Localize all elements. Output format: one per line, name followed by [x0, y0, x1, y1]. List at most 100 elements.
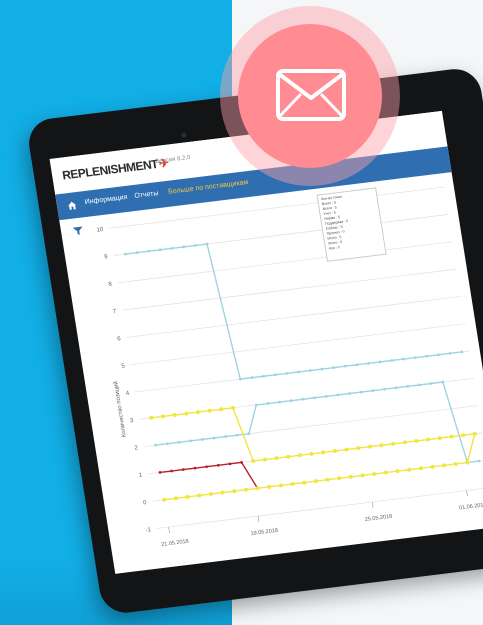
x-tick-mark [257, 516, 260, 523]
nav-item-suppliers[interactable]: Больше по поставщикам [168, 179, 249, 196]
chart-grid [109, 186, 483, 529]
nav-item-reports[interactable]: Отчеты [134, 190, 159, 200]
series-point [262, 457, 267, 462]
y-tick-label: 6 [117, 336, 122, 342]
series-point [181, 468, 185, 471]
series-point [207, 408, 212, 413]
series-point [177, 440, 181, 444]
y-tick-label: 5 [121, 363, 126, 369]
series-point [449, 434, 454, 439]
series-point [170, 246, 174, 250]
nav-item-info[interactable]: Информация [84, 194, 128, 206]
series-point [273, 373, 277, 377]
y-tick-label: -1 [145, 527, 152, 534]
series-point [285, 371, 289, 375]
series-point [173, 496, 178, 501]
series-point [149, 415, 154, 420]
series-point [367, 361, 370, 365]
series-point [430, 464, 435, 469]
series-point [243, 487, 248, 492]
line-chart: -1 0 1 2 3 4 5 6 7 8 9 10 21.05.2018 19.05.2018 25.05… [96, 186, 483, 548]
series-point [297, 453, 302, 458]
series-point [344, 447, 349, 452]
series-point [477, 459, 481, 463]
tablet-screen: REPLENISHMENT✈ Версия 8.2.0 Информация О… [49, 110, 483, 574]
series-point [442, 463, 447, 468]
series-point [343, 364, 347, 368]
series-point [267, 484, 272, 489]
series-point [219, 407, 224, 412]
logo-text: REPLENISHMENT [61, 156, 159, 183]
series-point [154, 443, 158, 447]
x-tick-mark [371, 502, 374, 509]
series-point [274, 456, 279, 461]
series-point [429, 382, 433, 385]
series-point [185, 494, 190, 499]
app-logo[interactable]: REPLENISHMENT✈ [61, 156, 169, 183]
series-point [216, 463, 220, 467]
series-point [460, 350, 464, 354]
y-axis-label: Количество позиций [112, 381, 128, 438]
series-point [308, 369, 312, 372]
series-point [414, 438, 419, 443]
series-point [426, 437, 431, 442]
series-point [394, 386, 398, 390]
series-point [402, 440, 407, 445]
series-point [135, 251, 139, 255]
chart-legend: Кол-во точек Всего : 5 Всего : 5 Учет : 5 Но… [316, 187, 387, 262]
mail-badge-inner [238, 24, 382, 168]
series-point [348, 392, 351, 395]
series-point [172, 413, 177, 417]
y-tick-label: 2 [134, 445, 139, 451]
series-point [461, 433, 466, 438]
series-point [472, 431, 477, 436]
series-point [184, 411, 189, 416]
x-tick-label: 19.05.2018 [250, 528, 278, 537]
home-icon[interactable] [66, 200, 77, 211]
series-point [413, 356, 417, 360]
series-point [418, 383, 421, 387]
series-point [302, 480, 307, 485]
series-point [250, 376, 254, 380]
series-point [238, 377, 242, 381]
grid-line [156, 487, 483, 529]
series-point [337, 476, 342, 481]
series-point [320, 367, 324, 371]
series-point [193, 466, 197, 470]
series-point [348, 474, 353, 479]
series-point [195, 410, 200, 415]
x-tick-label: 01.06.2018 [459, 502, 483, 511]
series-point [407, 467, 412, 472]
series-point [301, 397, 305, 401]
series-point [379, 443, 384, 448]
series-point [378, 360, 382, 364]
series-point [448, 351, 452, 355]
series-point [395, 469, 400, 474]
series-point [200, 438, 204, 441]
series-point [324, 394, 328, 398]
x-tick-labels: 21.05.2018 19.05.2018 25.05.2018 01.06.2018 [161, 490, 483, 548]
series-point [391, 441, 396, 446]
series-point [383, 387, 386, 391]
series-point [165, 442, 169, 446]
y-tick-label: 7 [113, 309, 118, 315]
series-point [437, 436, 442, 441]
series-point [383, 470, 388, 475]
series-point [147, 249, 151, 253]
x-tick-mark [466, 490, 468, 497]
series-point [254, 403, 258, 407]
series-point [278, 400, 281, 404]
chart-series [123, 242, 481, 502]
series-point [289, 399, 293, 403]
series-point [220, 490, 225, 495]
y-tick-label: 8 [108, 282, 113, 288]
series-point [402, 357, 405, 361]
mail-badge[interactable] [220, 6, 400, 186]
series-point [228, 462, 232, 466]
series-point [465, 460, 470, 465]
series-point [160, 414, 165, 419]
series-point [356, 446, 361, 451]
series-point [235, 433, 239, 437]
camera-icon [181, 132, 187, 138]
series-point [321, 450, 326, 455]
